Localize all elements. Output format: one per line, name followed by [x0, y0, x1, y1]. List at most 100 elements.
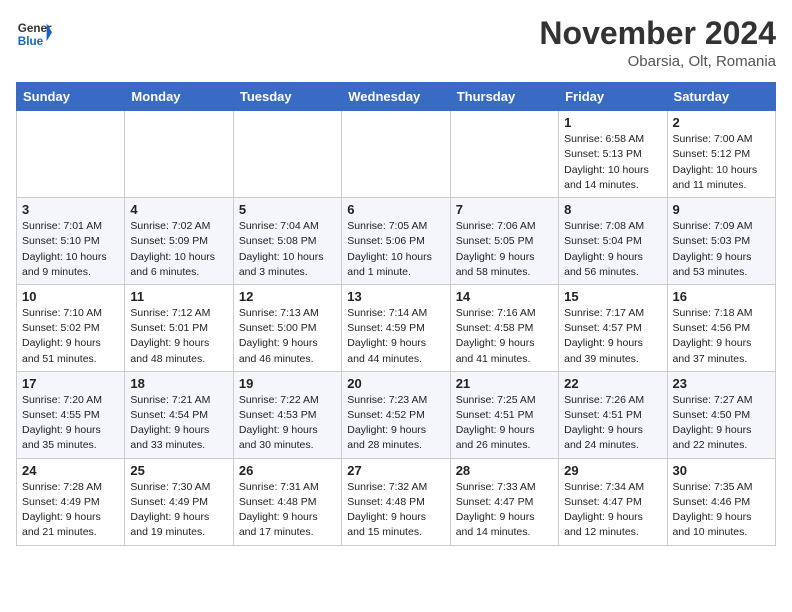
day-number: 27 [347, 463, 444, 478]
title-block: November 2024 Obarsia, Olt, Romania [539, 16, 776, 70]
day-number: 19 [239, 376, 336, 391]
day-info: Sunrise: 7:17 AMSunset: 4:57 PMDaylight:… [564, 306, 661, 367]
day-number: 7 [456, 202, 553, 217]
day-number: 16 [673, 289, 770, 304]
weekday-header-wednesday: Wednesday [342, 83, 450, 111]
weekday-header-thursday: Thursday [450, 83, 558, 111]
calendar-cell: 22 Sunrise: 7:26 AMSunset: 4:51 PMDayligh… [559, 371, 667, 458]
day-info: Sunrise: 7:23 AMSunset: 4:52 PMDaylight:… [347, 393, 444, 454]
day-info: Sunrise: 7:08 AMSunset: 5:04 PMDaylight:… [564, 219, 661, 280]
day-number: 15 [564, 289, 661, 304]
day-info: Sunrise: 7:22 AMSunset: 4:53 PMDaylight:… [239, 393, 336, 454]
calendar-cell: 10Sunrise: 7:10 AMSunset: 5:02 PMDayligh… [17, 284, 125, 371]
weekday-header-sunday: Sunday [17, 83, 125, 111]
calendar-cell: 4Sunrise: 7:02 AMSunset: 5:09 PMDaylight… [125, 198, 233, 285]
day-info: Sunrise: 7:01 AMSunset: 5:10 PMDaylight:… [22, 219, 119, 280]
day-number: 13 [347, 289, 444, 304]
calendar-cell: 15 Sunrise: 7:17 AMSunset: 4:57 PMDayligh… [559, 284, 667, 371]
day-info: Sunrise: 7:21 AMSunset: 4:54 PMDaylight:… [130, 393, 227, 454]
page: General Blue November 2024 Obarsia, Olt,… [0, 0, 792, 562]
day-info: Sunrise: 7:04 AMSunset: 5:08 PMDaylight:… [239, 219, 336, 280]
location: Obarsia, Olt, Romania [539, 53, 776, 70]
day-number: 6 [347, 202, 444, 217]
day-number: 22 [564, 376, 661, 391]
day-info: Sunrise: 7:20 AMSunset: 4:55 PMDaylight:… [22, 393, 119, 454]
header: General Blue November 2024 Obarsia, Olt,… [16, 16, 776, 70]
day-info: Sunrise: 7:31 AMSunset: 4:48 PMDaylight:… [239, 480, 336, 541]
logo: General Blue [16, 16, 52, 52]
calendar-cell [17, 111, 125, 198]
day-number: 5 [239, 202, 336, 217]
calendar-cell: 24Sunrise: 7:28 AMSunset: 4:49 PMDayligh… [17, 458, 125, 545]
day-number: 20 [347, 376, 444, 391]
calendar-cell: 9 Sunrise: 7:09 AMSunset: 5:03 PMDaylight… [667, 198, 775, 285]
calendar-cell: 8Sunrise: 7:08 AMSunset: 5:04 PMDaylight… [559, 198, 667, 285]
day-info: Sunrise: 7:06 AMSunset: 5:05 PMDaylight:… [456, 219, 553, 280]
day-info: Sunrise: 7:13 AMSunset: 5:00 PMDaylight:… [239, 306, 336, 367]
calendar-cell: 11Sunrise: 7:12 AMSunset: 5:01 PMDayligh… [125, 284, 233, 371]
calendar-cell: 14Sunrise: 7:16 AMSunset: 4:58 PMDayligh… [450, 284, 558, 371]
calendar-cell: 18Sunrise: 7:21 AMSunset: 4:54 PMDayligh… [125, 371, 233, 458]
month-title: November 2024 [539, 16, 776, 51]
day-info: Sunrise: 7:12 AMSunset: 5:01 PMDaylight:… [130, 306, 227, 367]
calendar-cell: 27 Sunrise: 7:32 AMSunset: 4:48 PMDayligh… [342, 458, 450, 545]
calendar-cell: 7 Sunrise: 7:06 AMSunset: 5:05 PMDaylight… [450, 198, 558, 285]
calendar-cell: 28 Sunrise: 7:33 AMSunset: 4:47 PMDayligh… [450, 458, 558, 545]
day-info: Sunrise: 7:25 AMSunset: 4:51 PMDaylight:… [456, 393, 553, 454]
calendar-cell: 3 Sunrise: 7:01 AMSunset: 5:10 PMDaylight… [17, 198, 125, 285]
calendar-cell: 25 Sunrise: 7:30 AMSunset: 4:49 PMDayligh… [125, 458, 233, 545]
svg-text:Blue: Blue [18, 35, 44, 48]
day-number: 29 [564, 463, 661, 478]
logo-icon: General Blue [16, 16, 52, 52]
calendar-week-row: 24Sunrise: 7:28 AMSunset: 4:49 PMDayligh… [17, 458, 776, 545]
day-info: Sunrise: 7:30 AMSunset: 4:49 PMDaylight:… [130, 480, 227, 541]
day-number: 1 [564, 115, 661, 130]
calendar-table: SundayMondayTuesdayWednesdayThursdayFrid… [16, 82, 776, 545]
day-info: Sunrise: 7:16 AMSunset: 4:58 PMDaylight:… [456, 306, 553, 367]
calendar-cell: 13 Sunrise: 7:14 AMSunset: 4:59 PMDayligh… [342, 284, 450, 371]
day-info: Sunrise: 7:35 AMSunset: 4:46 PMDaylight:… [673, 480, 770, 541]
day-number: 28 [456, 463, 553, 478]
calendar-week-row: 1 Sunrise: 6:58 AMSunset: 5:13 PMDaylight… [17, 111, 776, 198]
day-info: Sunrise: 6:58 AMSunset: 5:13 PMDaylight:… [564, 132, 661, 193]
calendar-cell: 30Sunrise: 7:35 AMSunset: 4:46 PMDayligh… [667, 458, 775, 545]
day-info: Sunrise: 7:18 AMSunset: 4:56 PMDaylight:… [673, 306, 770, 367]
day-info: Sunrise: 7:28 AMSunset: 4:49 PMDaylight:… [22, 480, 119, 541]
calendar-cell: 16 Sunrise: 7:18 AMSunset: 4:56 PMDayligh… [667, 284, 775, 371]
day-info: Sunrise: 7:26 AMSunset: 4:51 PMDaylight:… [564, 393, 661, 454]
calendar-cell: 20 Sunrise: 7:23 AMSunset: 4:52 PMDayligh… [342, 371, 450, 458]
day-info: Sunrise: 7:34 AMSunset: 4:47 PMDaylight:… [564, 480, 661, 541]
calendar-week-row: 3 Sunrise: 7:01 AMSunset: 5:10 PMDaylight… [17, 198, 776, 285]
day-number: 25 [130, 463, 227, 478]
day-info: Sunrise: 7:00 AMSunset: 5:12 PMDaylight:… [673, 132, 770, 193]
day-number: 26 [239, 463, 336, 478]
day-info: Sunrise: 7:02 AMSunset: 5:09 PMDaylight:… [130, 219, 227, 280]
calendar-cell [450, 111, 558, 198]
calendar-cell: 23 Sunrise: 7:27 AMSunset: 4:50 PMDayligh… [667, 371, 775, 458]
day-info: Sunrise: 7:09 AMSunset: 5:03 PMDaylight:… [673, 219, 770, 280]
calendar-cell [233, 111, 341, 198]
weekday-header-monday: Monday [125, 83, 233, 111]
weekday-header-row: SundayMondayTuesdayWednesdayThursdayFrid… [17, 83, 776, 111]
calendar-cell: 26 Sunrise: 7:31 AMSunset: 4:48 PMDayligh… [233, 458, 341, 545]
day-info: Sunrise: 7:27 AMSunset: 4:50 PMDaylight:… [673, 393, 770, 454]
calendar-cell: 19 Sunrise: 7:22 AMSunset: 4:53 PMDayligh… [233, 371, 341, 458]
weekday-header-saturday: Saturday [667, 83, 775, 111]
calendar-cell: 21 Sunrise: 7:25 AMSunset: 4:51 PMDayligh… [450, 371, 558, 458]
weekday-header-tuesday: Tuesday [233, 83, 341, 111]
calendar-cell: 29 Sunrise: 7:34 AMSunset: 4:47 PMDayligh… [559, 458, 667, 545]
weekday-header-friday: Friday [559, 83, 667, 111]
day-number: 12 [239, 289, 336, 304]
calendar-cell: 17 Sunrise: 7:20 AMSunset: 4:55 PMDayligh… [17, 371, 125, 458]
day-number: 23 [673, 376, 770, 391]
day-info: Sunrise: 7:33 AMSunset: 4:47 PMDaylight:… [456, 480, 553, 541]
day-info: Sunrise: 7:10 AMSunset: 5:02 PMDaylight:… [22, 306, 119, 367]
day-info: Sunrise: 7:14 AMSunset: 4:59 PMDaylight:… [347, 306, 444, 367]
day-number: 21 [456, 376, 553, 391]
day-number: 3 [22, 202, 119, 217]
calendar-cell: 5 Sunrise: 7:04 AMSunset: 5:08 PMDaylight… [233, 198, 341, 285]
calendar-cell: 1 Sunrise: 6:58 AMSunset: 5:13 PMDaylight… [559, 111, 667, 198]
day-number: 17 [22, 376, 119, 391]
day-info: Sunrise: 7:32 AMSunset: 4:48 PMDaylight:… [347, 480, 444, 541]
day-number: 9 [673, 202, 770, 217]
